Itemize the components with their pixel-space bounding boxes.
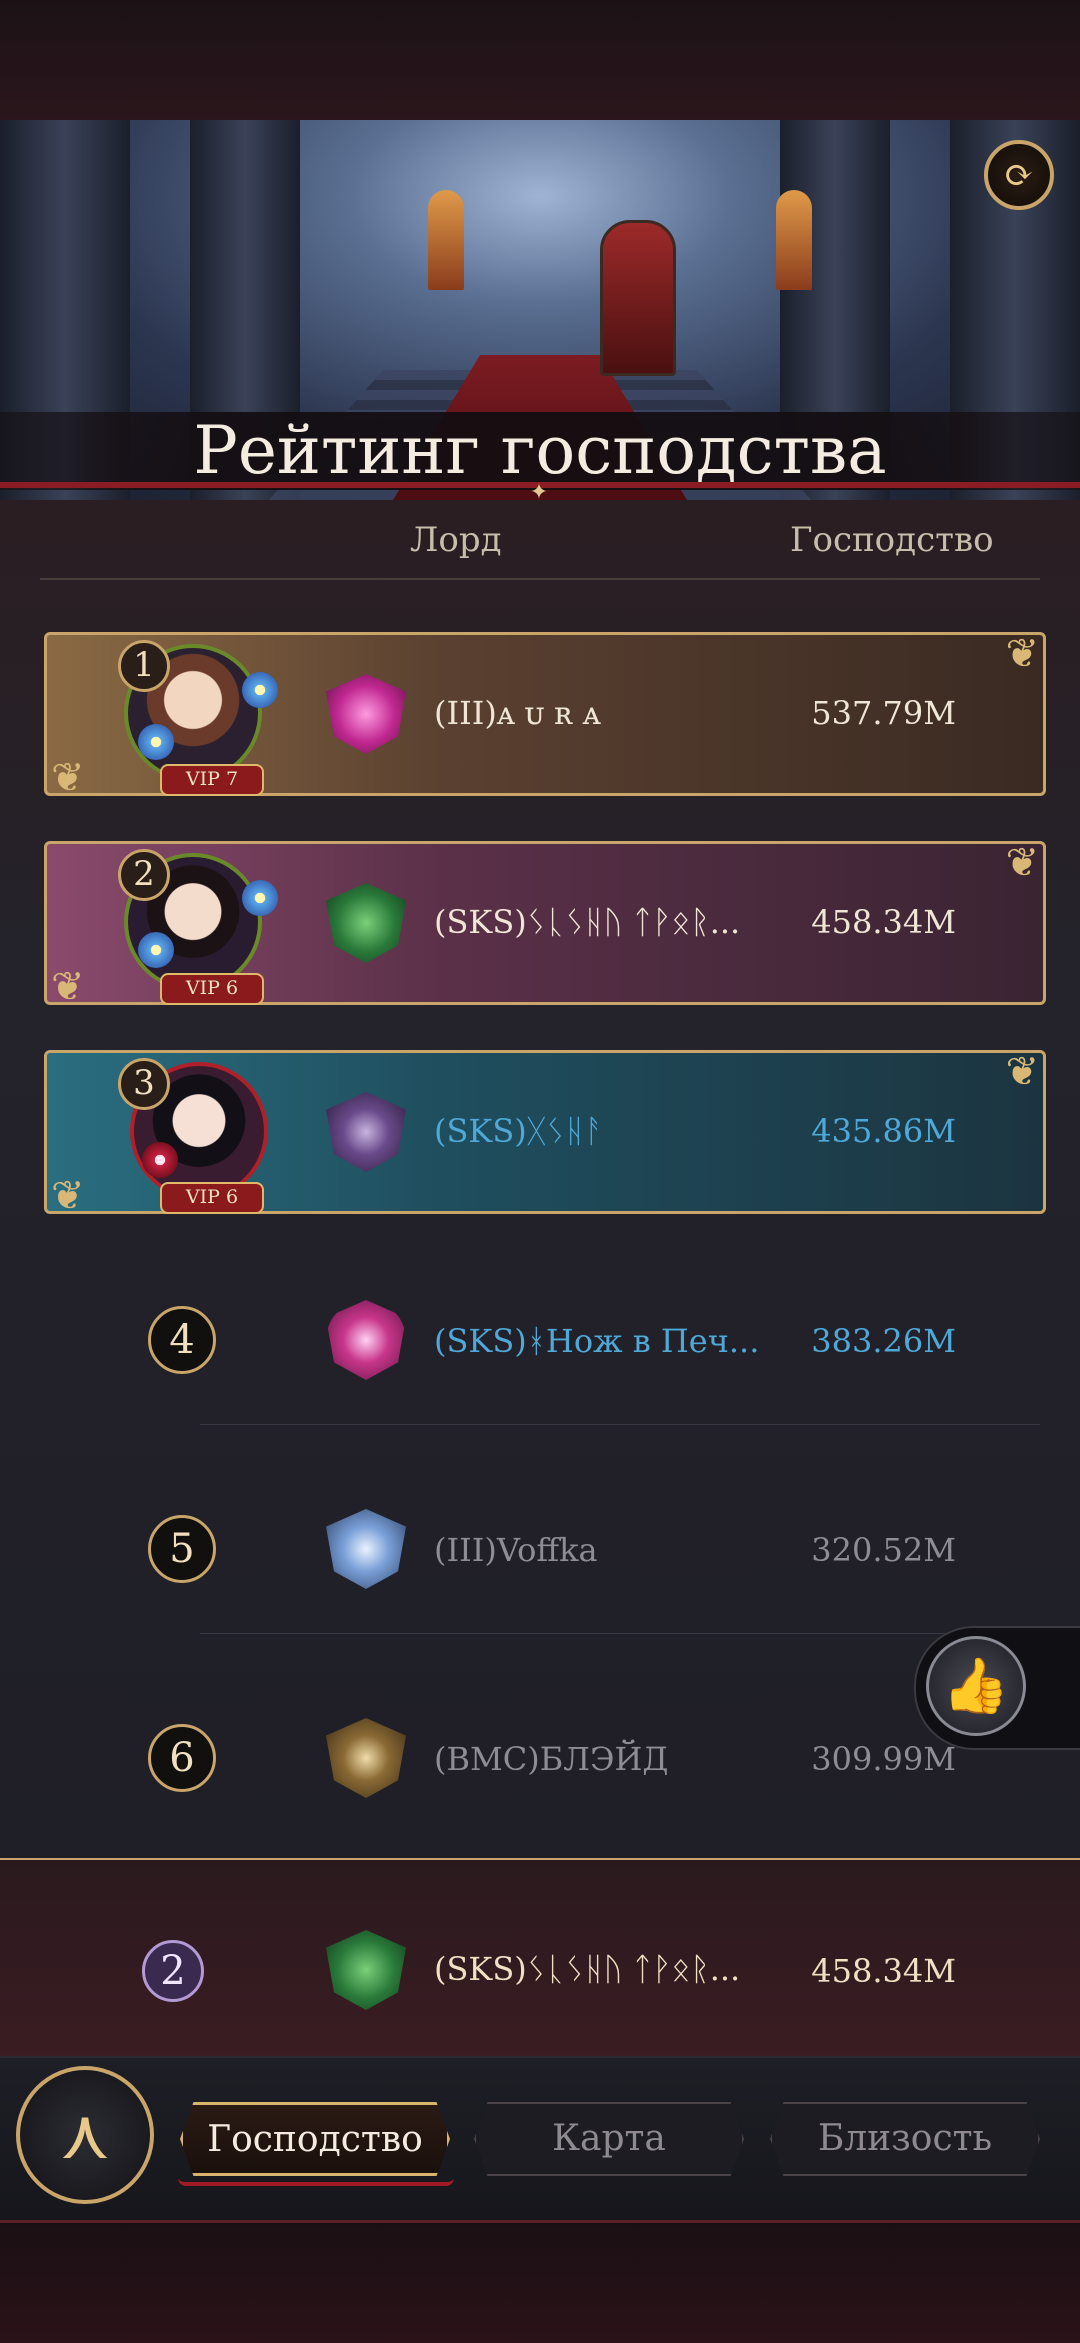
player-name: (III)ᴀ ᴜ ʀ ᴀ xyxy=(434,694,601,732)
my-rank-badge: 2 xyxy=(142,1940,204,2002)
rank-badge: 3 xyxy=(118,1058,170,1110)
header-divider xyxy=(40,578,1040,580)
corner-ornament-icon: ❦ xyxy=(51,964,85,1010)
vip-badge: VIP 7 xyxy=(160,764,264,796)
rank-number: 6 xyxy=(148,1724,216,1792)
player-score: 537.79M xyxy=(811,694,956,732)
row-divider xyxy=(200,1633,1040,1634)
corner-ornament-icon: ❦ xyxy=(1005,631,1039,677)
player-score: 458.34M xyxy=(811,903,956,941)
player-name[interactable]: (SKS)ᚼНож в Печ... xyxy=(434,1322,759,1360)
rank-number: 5 xyxy=(148,1515,216,1583)
player-name[interactable]: (BMC)БЛЭЙД xyxy=(434,1740,668,1778)
flower-decoration-icon xyxy=(242,672,278,708)
emblem-menu-icon: ⋏ xyxy=(59,2093,111,2175)
page-title: Рейтинг господства xyxy=(193,412,887,489)
tab-dominance[interactable]: Господство xyxy=(180,2102,450,2176)
rank-badge: 1 xyxy=(118,640,170,692)
top-frame xyxy=(0,0,1080,123)
corner-ornament-icon: ❦ xyxy=(51,755,85,801)
rank-number: 4 xyxy=(148,1306,216,1374)
thumbs-up-icon: 👍 xyxy=(926,1636,1026,1736)
corner-ornament-icon: ❦ xyxy=(1005,840,1039,886)
rose-decoration-icon xyxy=(142,1142,178,1178)
my-player-name: (SKS)ᛊᚳᛊᚺᚢ ᛏᚹᛟᚱ... xyxy=(434,1950,741,1988)
refresh-icon: ⟳ xyxy=(1003,154,1035,196)
corner-ornament-icon: ❦ xyxy=(51,1173,85,1219)
like-button[interactable]: 👍 xyxy=(914,1626,1080,1750)
player-score: 309.99M xyxy=(811,1740,956,1778)
player-score: 320.52M xyxy=(811,1531,956,1569)
corner-ornament-icon: ❦ xyxy=(1005,1049,1039,1095)
throne xyxy=(600,220,676,376)
player-name[interactable]: (III)Voffka xyxy=(434,1531,598,1569)
column-header-lord: Лорд xyxy=(410,520,502,560)
player-name: (SKS)ᚷᛊᚺᚨ xyxy=(434,1112,604,1150)
tab-intimacy[interactable]: Близость xyxy=(770,2102,1040,2176)
rank-badge: 2 xyxy=(118,849,170,901)
flower-decoration-icon xyxy=(242,880,278,916)
refresh-button[interactable]: ⟳ xyxy=(984,140,1054,210)
menu-button[interactable]: ⋏ xyxy=(16,2066,154,2204)
my-player-score: 458.34M xyxy=(811,1952,956,1990)
player-score: 435.86M xyxy=(811,1112,956,1150)
vip-badge: VIP 6 xyxy=(160,1182,264,1214)
player-name: (SKS)ᛊᚳᛊᚺᚢ ᛏᚹᛟᚱ... xyxy=(434,903,741,941)
flower-decoration-icon xyxy=(138,932,174,968)
row-divider xyxy=(200,1424,1040,1425)
flower-decoration-icon xyxy=(138,724,174,760)
tab-map[interactable]: Карта xyxy=(474,2102,744,2176)
player-score: 383.26M xyxy=(811,1322,956,1360)
bottom-frame xyxy=(0,2220,1080,2343)
vip-badge: VIP 6 xyxy=(160,973,264,1005)
column-header-dominance: Господство xyxy=(790,520,994,560)
